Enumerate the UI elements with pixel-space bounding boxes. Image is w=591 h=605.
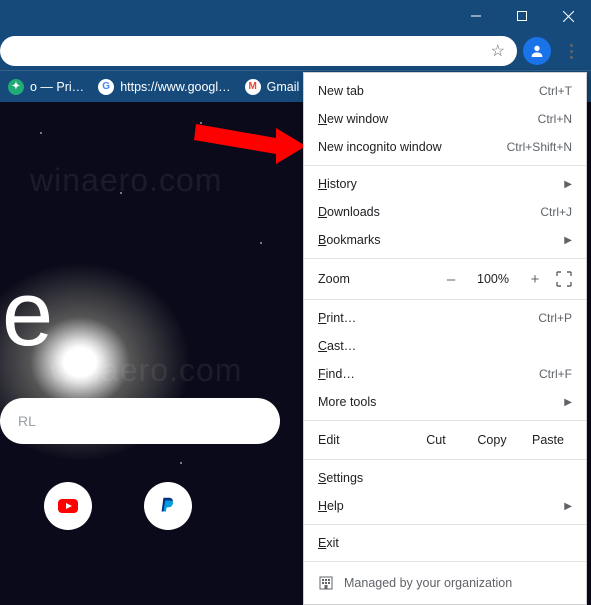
menu-managed[interactable]: Managed by your organization: [304, 566, 586, 600]
google-logo: oogle: [0, 262, 50, 367]
menu-help[interactable]: Help ▶: [304, 492, 586, 520]
submenu-arrow-icon: ▶: [564, 235, 572, 246]
menu-find[interactable]: Find… Ctrl+F: [304, 360, 586, 388]
shortcuts-row: [0, 482, 192, 530]
address-bar[interactable]: ☆: [0, 36, 517, 66]
bookmark-item[interactable]: ✦ o — Pri…: [8, 79, 84, 95]
menu-separator: [304, 299, 586, 300]
google-search-input[interactable]: RL: [0, 398, 280, 444]
menu-edit-row: Edit Cut Copy Paste: [304, 425, 586, 455]
minimize-button[interactable]: [453, 0, 499, 32]
menu-separator: [304, 524, 586, 525]
zoom-in-button[interactable]: +: [524, 271, 546, 288]
window-titlebar: [0, 0, 591, 32]
menu-settings[interactable]: Settings: [304, 464, 586, 492]
menu-copy[interactable]: Copy: [468, 433, 516, 447]
watermark-text: winaero.com: [30, 162, 222, 199]
shortcut-youtube[interactable]: [44, 482, 92, 530]
zoom-value: 100%: [472, 272, 514, 286]
search-placeholder: RL: [18, 413, 36, 429]
maximize-button[interactable]: [499, 0, 545, 32]
building-icon: [318, 575, 334, 591]
bookmark-item[interactable]: M Gmail: [245, 79, 300, 95]
menu-separator: [304, 420, 586, 421]
bookmark-label: Gmail: [267, 80, 300, 94]
menu-new-window[interactable]: New window Ctrl+N: [304, 105, 586, 133]
menu-separator: [304, 165, 586, 166]
gmail-icon: M: [245, 79, 261, 95]
site-icon: ✦: [8, 79, 24, 95]
menu-cut[interactable]: Cut: [412, 433, 460, 447]
submenu-arrow-icon: ▶: [564, 397, 572, 408]
menu-history[interactable]: History ▶: [304, 170, 586, 198]
managed-label: Managed by your organization: [344, 576, 512, 590]
menu-separator: [304, 459, 586, 460]
menu-separator: [304, 561, 586, 562]
menu-cast[interactable]: Cast…: [304, 332, 586, 360]
menu-bookmarks[interactable]: Bookmarks ▶: [304, 226, 586, 254]
menu-more-tools[interactable]: More tools ▶: [304, 388, 586, 416]
submenu-arrow-icon: ▶: [564, 179, 572, 190]
zoom-out-button[interactable]: –: [440, 271, 462, 288]
menu-paste[interactable]: Paste: [524, 433, 572, 447]
menu-downloads[interactable]: Downloads Ctrl+J: [304, 198, 586, 226]
menu-print[interactable]: Print… Ctrl+P: [304, 304, 586, 332]
youtube-icon: [56, 494, 80, 518]
bookmark-star-icon[interactable]: ☆: [491, 41, 505, 61]
bookmark-label: o — Pri…: [30, 80, 84, 94]
toolbar: ☆: [0, 32, 591, 70]
submenu-arrow-icon: ▶: [564, 501, 572, 512]
menu-separator: [304, 258, 586, 259]
menu-new-tab[interactable]: New tab Ctrl+T: [304, 77, 586, 105]
paypal-icon: [157, 495, 179, 517]
menu-zoom-row: Zoom – 100% +: [304, 263, 586, 295]
shortcut-paypal[interactable]: [144, 482, 192, 530]
chrome-menu-button[interactable]: [557, 37, 585, 65]
menu-exit[interactable]: Exit: [304, 529, 586, 557]
google-icon: G: [98, 79, 114, 95]
bookmark-label: https://www.googl…: [120, 80, 230, 94]
chrome-menu: New tab Ctrl+T New window Ctrl+N New inc…: [303, 72, 587, 605]
watermark-text: winaero.com: [50, 352, 242, 389]
profile-button[interactable]: [523, 37, 551, 65]
menu-new-incognito[interactable]: New incognito window Ctrl+Shift+N: [304, 133, 586, 161]
fullscreen-icon[interactable]: [556, 271, 572, 287]
close-button[interactable]: [545, 0, 591, 32]
bookmark-item[interactable]: G https://www.googl…: [98, 79, 230, 95]
